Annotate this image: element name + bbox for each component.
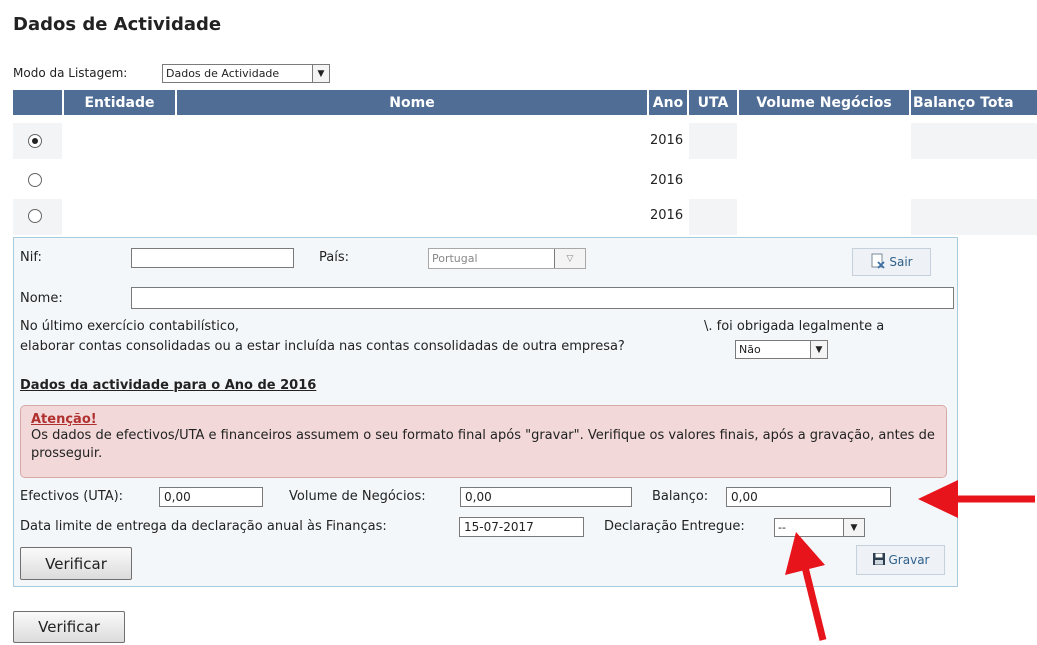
gravar-label: Gravar [888, 553, 930, 567]
arrow-annotation-up [785, 532, 827, 641]
efectivos-field[interactable]: 0,00 [159, 487, 263, 507]
save-icon [872, 552, 886, 569]
footer-verificar-button[interactable]: Verificar [13, 611, 125, 643]
row-cell [689, 123, 737, 159]
nif-label: Nif: [20, 250, 42, 265]
nif-field[interactable] [131, 248, 294, 268]
row-cell [911, 199, 1037, 235]
alert-title: Atenção! [31, 412, 97, 427]
pais-select[interactable]: Portugal ▽ [428, 248, 586, 269]
declaracao-label: Declaração Entregue: [604, 519, 745, 534]
row-year: 2016 [650, 133, 684, 148]
data-limite-field[interactable]: 15-07-2017 [459, 517, 584, 537]
balanco-label: Balanço: [652, 489, 709, 504]
data-limite-label: Data limite de entrega da declaração anu… [20, 519, 387, 534]
volume-field[interactable]: 0,00 [460, 487, 632, 507]
row-cell [911, 123, 1037, 159]
consolidated-value: Não [739, 343, 761, 356]
gravar-button[interactable]: Gravar [856, 545, 945, 575]
consolidated-question-line2: elaborar contas consolidadas ou a estar … [20, 339, 625, 354]
listing-mode-label: Modo da Listagem: [13, 66, 128, 80]
row-radio[interactable] [28, 209, 42, 223]
chevron-down-icon: ▽ [554, 249, 585, 268]
radio-dot [32, 138, 38, 144]
alert-message: Os dados de efectivos/UTA e financeiros … [31, 428, 935, 461]
listing-mode-value: Dados de Actividade [166, 67, 280, 80]
sair-button[interactable]: Sair [852, 248, 931, 276]
row-radio-selected[interactable] [28, 134, 42, 148]
warning-alert: Atenção! Os dados de efectivos/UTA e fin… [20, 405, 947, 478]
exit-icon [870, 253, 886, 272]
consolidated-question-part2: \. foi obrigada legalmente a [704, 319, 885, 334]
header-volume-negocios[interactable]: Volume Negócios [739, 90, 909, 115]
efectivos-label: Efectivos (UTA): [20, 489, 124, 504]
listing-mode-select[interactable]: Dados de Actividade ▼ [162, 64, 330, 83]
header-entidade[interactable]: Entidade [64, 90, 175, 115]
table-row[interactable]: 2016 [13, 123, 1037, 159]
chevron-down-icon: ▼ [843, 519, 864, 536]
page-title: Dados de Actividade [13, 14, 222, 35]
table-row[interactable]: 2016 [13, 162, 1037, 198]
row-year: 2016 [650, 208, 684, 223]
verificar-button[interactable]: Verificar [20, 547, 132, 580]
chevron-down-icon: ▼ [312, 65, 329, 82]
header-uta[interactable]: UTA [689, 90, 737, 115]
row-radio[interactable] [28, 173, 42, 187]
section-title: Dados da actividade para o Ano de 2016 [20, 378, 317, 393]
pais-value: Portugal [432, 252, 478, 265]
nome-label: Nome: [20, 291, 63, 306]
consolidated-question-part1: No último exercício contabilístico, [20, 319, 240, 334]
row-cell [689, 199, 737, 235]
consolidated-select[interactable]: Não ▼ [735, 340, 828, 359]
balanco-field[interactable]: 0,00 [726, 487, 891, 507]
volume-label: Volume de Negócios: [289, 489, 426, 504]
header-ano[interactable]: Ano [649, 90, 687, 115]
row-year: 2016 [650, 173, 684, 188]
pais-label: País: [319, 250, 349, 265]
nome-field[interactable] [131, 287, 954, 309]
sair-label: Sair [889, 255, 913, 269]
header-nome[interactable]: Nome [177, 90, 647, 115]
table-row[interactable]: 2016 [13, 199, 1037, 235]
chevron-down-icon: ▼ [810, 341, 827, 358]
arrow-annotation-right [918, 480, 1035, 518]
header-select-column [13, 90, 62, 115]
header-balanco-total[interactable]: Balanço Tota [911, 90, 1037, 115]
